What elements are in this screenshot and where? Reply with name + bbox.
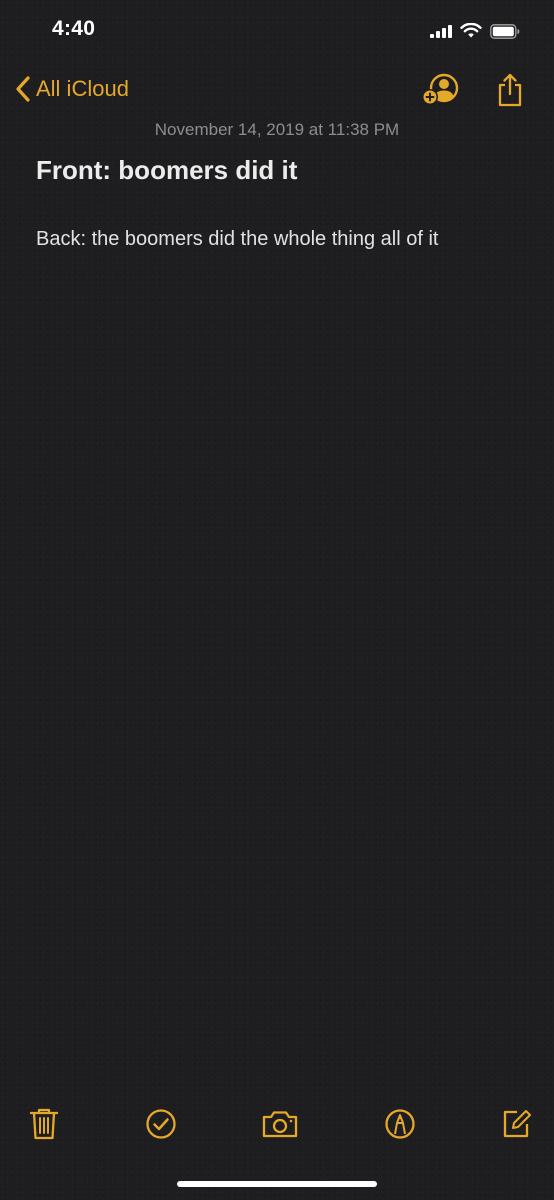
wifi-icon: [460, 23, 482, 38]
trash-icon: [29, 1108, 59, 1140]
cellular-signal-icon: [430, 24, 452, 38]
markup-button[interactable]: [380, 1104, 420, 1144]
status-time: 4:40: [52, 17, 96, 40]
add-people-button[interactable]: [420, 70, 460, 110]
note-title[interactable]: Front: boomers did it: [36, 155, 297, 186]
notes-screen: 4:40 All iCloud November 14, 2019 at 11:…: [0, 0, 554, 1200]
note-body[interactable]: Back: the boomers did the whole thing al…: [36, 228, 438, 251]
status-icons: [430, 20, 520, 42]
camera-button[interactable]: [260, 1104, 300, 1144]
add-person-icon: [422, 73, 459, 105]
back-button[interactable]: All iCloud: [14, 72, 129, 106]
pen-circle-icon: [385, 1109, 415, 1139]
compose-icon: [503, 1110, 531, 1138]
battery-icon: [490, 23, 520, 39]
note-date: November 14, 2019 at 11:38 PM: [154, 120, 400, 139]
chevron-left-icon: [16, 76, 30, 102]
share-button[interactable]: [490, 70, 530, 110]
checkmark-circle-icon: [146, 1109, 176, 1139]
back-button-label: All iCloud: [36, 76, 129, 101]
camera-icon: [262, 1111, 298, 1138]
delete-button[interactable]: [24, 1104, 64, 1144]
home-indicator: [177, 1181, 377, 1187]
checklist-button[interactable]: [141, 1104, 181, 1144]
share-icon: [498, 73, 522, 107]
compose-button[interactable]: [496, 1104, 536, 1144]
